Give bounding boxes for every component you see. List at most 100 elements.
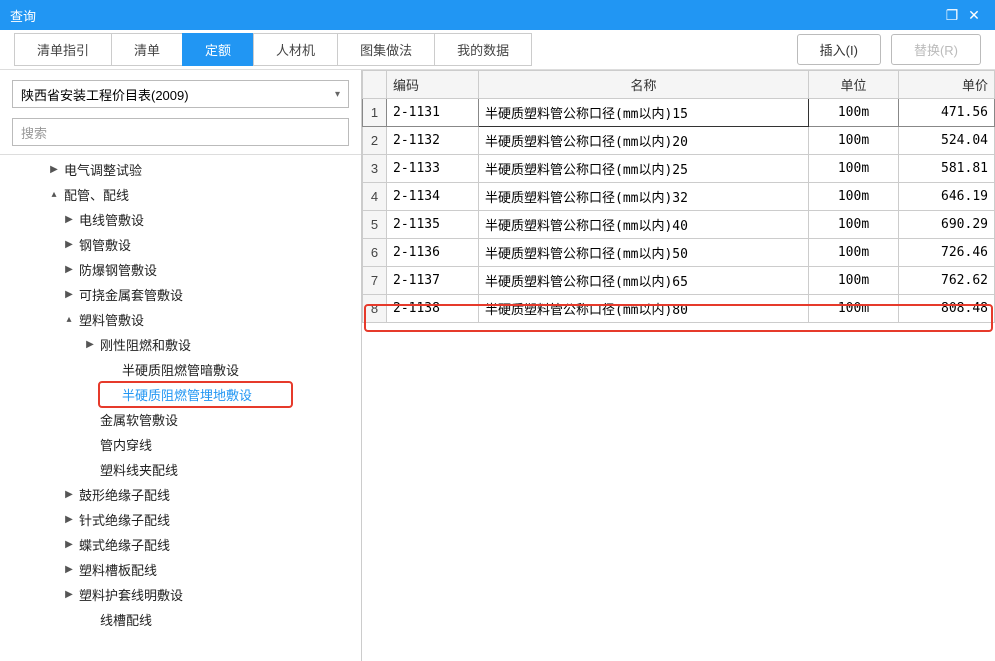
search-input[interactable]: 搜索: [12, 118, 349, 146]
tree-toggle-icon[interactable]: ▴: [48, 189, 60, 200]
insert-button[interactable]: 插入(I): [797, 34, 881, 65]
cell-price[interactable]: 726.46: [899, 239, 995, 267]
tree-toggle-icon[interactable]: ▶: [63, 514, 75, 525]
cell-code[interactable]: 2-1137: [387, 267, 479, 295]
tree-toggle-icon[interactable]: ▶: [63, 489, 75, 500]
cell-code[interactable]: 2-1132: [387, 127, 479, 155]
tree-item[interactable]: ▶电线管敷设: [8, 207, 353, 232]
tree-item[interactable]: ▶电气调整试验: [8, 157, 353, 182]
table-row[interactable]: 82-1138半硬质塑料管公称口径(mm以内)80100m808.48: [363, 295, 995, 323]
row-number: 3: [363, 155, 387, 183]
data-grid[interactable]: 编码 名称 单位 单价 12-1131半硬质塑料管公称口径(mm以内)15100…: [362, 70, 995, 323]
dropdown-value: 陕西省安装工程价目表(2009): [21, 85, 335, 104]
table-row[interactable]: 42-1134半硬质塑料管公称口径(mm以内)32100m646.19: [363, 183, 995, 211]
right-panel: 编码 名称 单位 单价 12-1131半硬质塑料管公称口径(mm以内)15100…: [362, 70, 995, 661]
cell-unit[interactable]: 100m: [809, 267, 899, 295]
cell-name[interactable]: 半硬质塑料管公称口径(mm以内)20: [479, 127, 809, 155]
cell-unit[interactable]: 100m: [809, 295, 899, 323]
tree-view[interactable]: ▶电气调整试验 ▴ 配管、配线 ▶电线管敷设▶钢管敷设▶防爆钢管敷设▶可挠金属套管敷设…: [0, 154, 361, 661]
cell-code[interactable]: 2-1133: [387, 155, 479, 183]
tree-label: 半硬质阻燃管埋地敷设: [122, 385, 252, 404]
col-name[interactable]: 名称: [479, 71, 809, 99]
tree-item[interactable]: ▴塑料管敷设: [8, 307, 353, 332]
cell-name[interactable]: 半硬质塑料管公称口径(mm以内)80: [479, 295, 809, 323]
tab-1[interactable]: 清单: [111, 33, 182, 66]
cell-unit[interactable]: 100m: [809, 211, 899, 239]
tree-item[interactable]: ▶防爆钢管敷设: [8, 257, 353, 282]
tree-toggle-icon[interactable]: ▶: [63, 289, 75, 300]
tab-0[interactable]: 清单指引: [14, 33, 111, 66]
tree-label: 线槽配线: [100, 610, 152, 629]
tree-toggle-icon[interactable]: ▶: [63, 589, 75, 600]
tree-item[interactable]: ▶鼓形绝缘子配线: [8, 482, 353, 507]
row-number: 5: [363, 211, 387, 239]
cell-unit[interactable]: 100m: [809, 99, 899, 127]
cell-code[interactable]: 2-1131: [387, 99, 479, 127]
tab-4[interactable]: 图集做法: [337, 33, 434, 66]
cell-name[interactable]: 半硬质塑料管公称口径(mm以内)65: [479, 267, 809, 295]
cell-code[interactable]: 2-1138: [387, 295, 479, 323]
cell-unit[interactable]: 100m: [809, 183, 899, 211]
tree-item[interactable]: ▶刚性阻燃和敷设: [8, 332, 353, 357]
tree-item[interactable]: ▶针式绝缘子配线: [8, 507, 353, 532]
tree-item[interactable]: 半硬质阻燃管埋地敷设: [8, 382, 353, 407]
cell-code[interactable]: 2-1134: [387, 183, 479, 211]
tab-2[interactable]: 定额: [182, 33, 253, 66]
grid-wrap: 编码 名称 单位 单价 12-1131半硬质塑料管公称口径(mm以内)15100…: [362, 70, 995, 661]
col-unit[interactable]: 单位: [809, 71, 899, 99]
cell-price[interactable]: 524.04: [899, 127, 995, 155]
cell-unit[interactable]: 100m: [809, 239, 899, 267]
cell-price[interactable]: 808.48: [899, 295, 995, 323]
tree-label: 配管、配线: [64, 185, 129, 204]
tree-item[interactable]: 线槽配线: [8, 607, 353, 632]
cell-price[interactable]: 762.62: [899, 267, 995, 295]
cell-name[interactable]: 半硬质塑料管公称口径(mm以内)25: [479, 155, 809, 183]
table-row[interactable]: 62-1136半硬质塑料管公称口径(mm以内)50100m726.46: [363, 239, 995, 267]
close-icon[interactable]: ✕: [963, 4, 985, 26]
tree-item[interactable]: ▴ 配管、配线: [8, 182, 353, 207]
cell-code[interactable]: 2-1136: [387, 239, 479, 267]
cell-price[interactable]: 646.19: [899, 183, 995, 211]
table-row[interactable]: 32-1133半硬质塑料管公称口径(mm以内)25100m581.81: [363, 155, 995, 183]
tree-toggle-icon[interactable]: ▶: [63, 239, 75, 250]
left-panel: 陕西省安装工程价目表(2009) ▾ 搜索 ▶电气调整试验 ▴ 配管、配线 ▶电线管敷…: [0, 70, 362, 661]
tab-3[interactable]: 人材机: [253, 33, 337, 66]
cell-name[interactable]: 半硬质塑料管公称口径(mm以内)50: [479, 239, 809, 267]
tree-toggle-icon[interactable]: ▶: [63, 564, 75, 575]
tree-toggle-icon[interactable]: ▴: [63, 314, 75, 325]
tree-item[interactable]: 半硬质阻燃管暗敷设: [8, 357, 353, 382]
cell-price[interactable]: 581.81: [899, 155, 995, 183]
tree-item[interactable]: ▶ 塑料槽板配线: [8, 557, 353, 582]
cell-name[interactable]: 半硬质塑料管公称口径(mm以内)15: [479, 99, 809, 127]
cell-code[interactable]: 2-1135: [387, 211, 479, 239]
cell-name[interactable]: 半硬质塑料管公称口径(mm以内)40: [479, 211, 809, 239]
tree-label: 塑料槽板配线: [79, 560, 157, 579]
tree-item[interactable]: ▶可挠金属套管敷设: [8, 282, 353, 307]
table-row[interactable]: 12-1131半硬质塑料管公称口径(mm以内)15100m471.56: [363, 99, 995, 127]
cell-name[interactable]: 半硬质塑料管公称口径(mm以内)32: [479, 183, 809, 211]
maximize-icon[interactable]: ❐: [941, 4, 963, 26]
tree-toggle-icon[interactable]: ▶: [63, 539, 75, 550]
table-row[interactable]: 72-1137半硬质塑料管公称口径(mm以内)65100m762.62: [363, 267, 995, 295]
tree-toggle-icon[interactable]: ▶: [48, 164, 60, 175]
tree-item[interactable]: 塑料线夹配线: [8, 457, 353, 482]
col-code[interactable]: 编码: [387, 71, 479, 99]
cell-unit[interactable]: 100m: [809, 155, 899, 183]
cell-unit[interactable]: 100m: [809, 127, 899, 155]
tab-5[interactable]: 我的数据: [434, 33, 532, 66]
catalog-dropdown[interactable]: 陕西省安装工程价目表(2009) ▾: [12, 80, 349, 108]
tree-toggle-icon[interactable]: ▶: [84, 339, 96, 350]
tree-item[interactable]: ▶蝶式绝缘子配线: [8, 532, 353, 557]
table-row[interactable]: 22-1132半硬质塑料管公称口径(mm以内)20100m524.04: [363, 127, 995, 155]
tree-item[interactable]: ▶塑料护套线明敷设: [8, 582, 353, 607]
tree-toggle-icon[interactable]: ▶: [63, 264, 75, 275]
col-price[interactable]: 单价: [899, 71, 995, 99]
cell-price[interactable]: 471.56: [899, 99, 995, 127]
table-row[interactable]: 52-1135半硬质塑料管公称口径(mm以内)40100m690.29: [363, 211, 995, 239]
row-number: 1: [363, 99, 387, 127]
tree-toggle-icon[interactable]: ▶: [63, 214, 75, 225]
cell-price[interactable]: 690.29: [899, 211, 995, 239]
tree-item[interactable]: 金属软管敷设: [8, 407, 353, 432]
tree-item[interactable]: 管内穿线: [8, 432, 353, 457]
tree-item[interactable]: ▶钢管敷设: [8, 232, 353, 257]
